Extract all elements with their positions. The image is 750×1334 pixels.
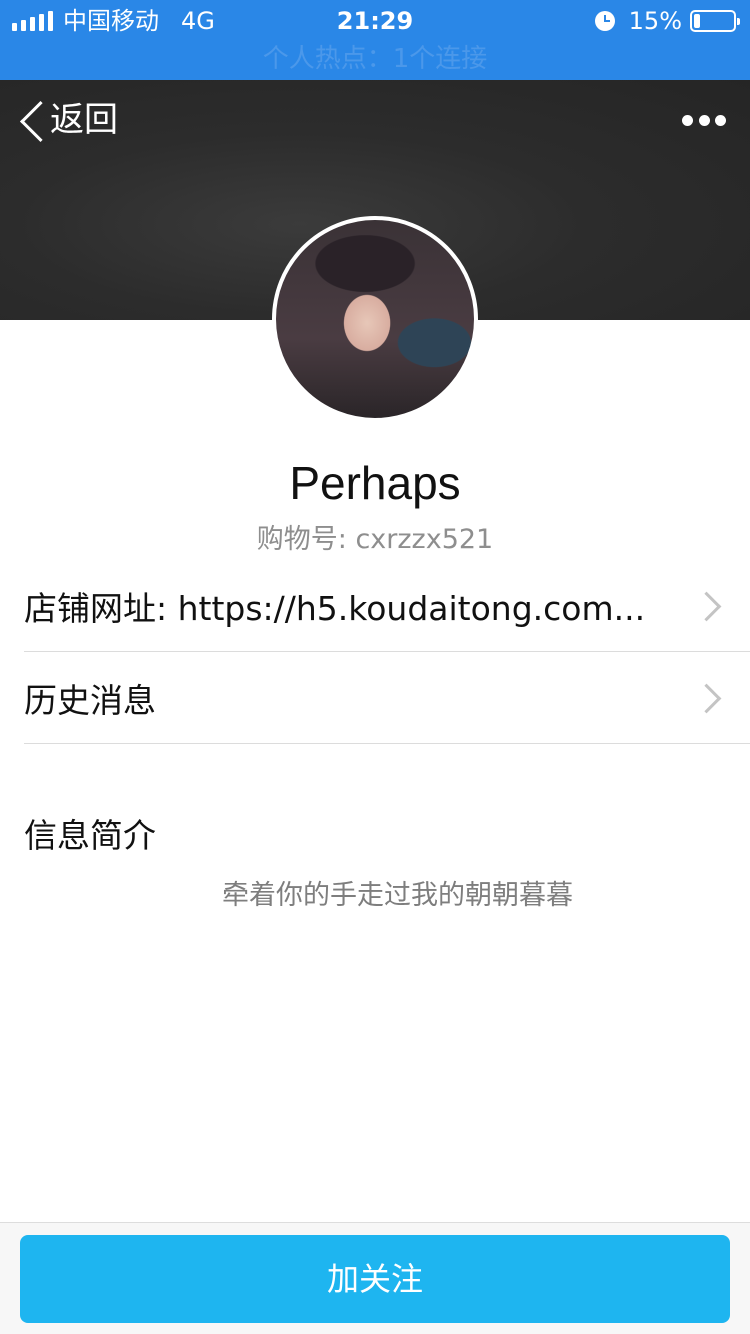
chevron-left-icon xyxy=(16,96,46,144)
status-right: 15% xyxy=(594,6,740,36)
battery-fill xyxy=(694,14,700,28)
hotspot-banner[interactable]: 个人热点：1个连接 xyxy=(0,42,750,76)
battery-icon xyxy=(690,10,740,32)
row-label: 历史消息 xyxy=(24,680,156,720)
battery-percent: 15% xyxy=(628,7,682,35)
row-label: 店铺网址: https://h5.koudaitong.com... xyxy=(24,588,646,628)
chevron-right-icon xyxy=(690,586,730,626)
intro-title: 信息简介 xyxy=(24,816,156,855)
more-button[interactable] xyxy=(682,108,726,132)
intro-text: 牵着你的手走过我的朝朝暮暮 xyxy=(222,880,573,911)
more-dots-icon xyxy=(682,114,693,126)
row-shop-url[interactable]: 店铺网址: https://h5.koudaitong.com... xyxy=(24,560,750,652)
status-bar: 中国移动 4G 21:29 15% 个人热点：1个连接 xyxy=(0,0,750,80)
row-history[interactable]: 历史消息 xyxy=(24,652,750,744)
back-button[interactable]: 返回 xyxy=(16,96,118,144)
avatar[interactable] xyxy=(272,216,478,422)
chevron-right-icon xyxy=(690,678,730,718)
account-id: 购物号: cxrzzx521 xyxy=(256,524,494,555)
follow-button[interactable]: 加关注 xyxy=(20,1235,730,1323)
alarm-icon xyxy=(594,11,615,31)
bottom-bar: 加关注 xyxy=(0,1222,750,1334)
profile-name: Perhaps xyxy=(289,457,461,509)
